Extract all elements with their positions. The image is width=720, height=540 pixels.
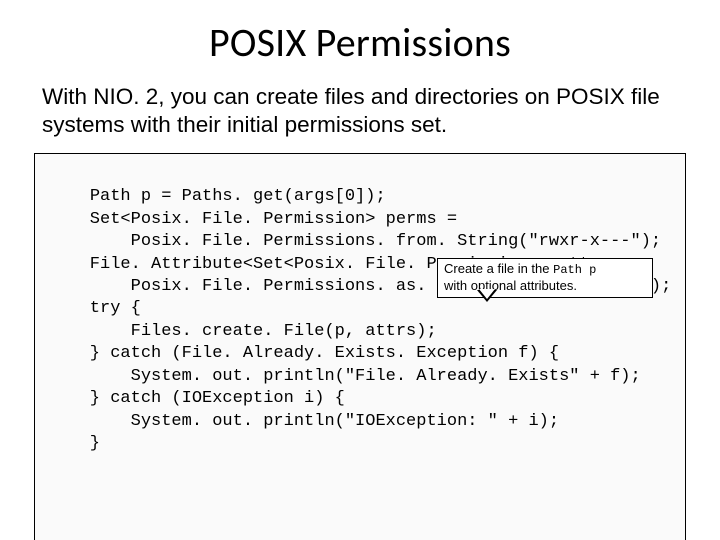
code-block: Path p = Paths. get(args[0]); Set<Posix.…: [34, 153, 686, 540]
slide: POSIX Permissions With NIO. 2, you can c…: [0, 0, 720, 540]
callout-box: Create a file in the Path p with optiona…: [437, 258, 653, 298]
code-text: Path p = Paths. get(args[0]); Set<Posix.…: [49, 187, 671, 453]
callout-line2: with optional attributes.: [444, 278, 577, 293]
page-title: POSIX Permissions: [32, 18, 688, 67]
callout-pointer-icon: [477, 290, 497, 302]
body-paragraph: With NIO. 2, you can create files and di…: [38, 83, 688, 139]
callout-line1-mono: Path p: [553, 263, 596, 277]
callout-line1-prefix: Create a file in the: [444, 261, 553, 276]
